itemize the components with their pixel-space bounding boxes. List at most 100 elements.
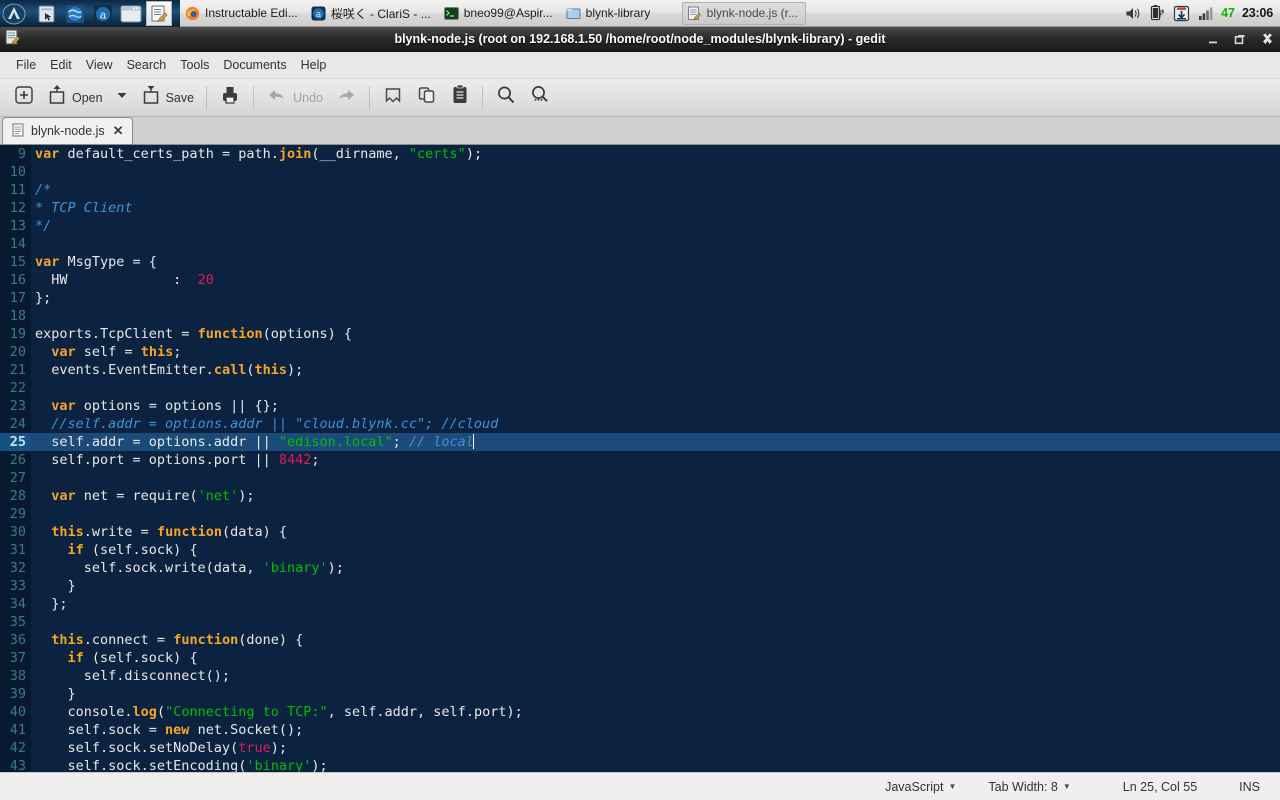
new-document-button[interactable] (7, 83, 41, 113)
open-dropdown-button[interactable] (109, 83, 135, 113)
insert-mode-indicator[interactable]: INS (1239, 780, 1260, 794)
editor-line[interactable]: 37 if (self.sock) { (0, 649, 1280, 667)
terminal-icon[interactable] (118, 1, 144, 26)
editor-line[interactable]: 28 var net = require('net'); (0, 487, 1280, 505)
editor-line[interactable]: 35 (0, 613, 1280, 631)
menu-documents[interactable]: Documents (216, 55, 293, 75)
line-content (31, 379, 35, 397)
editor-line[interactable]: 34 }; (0, 595, 1280, 613)
editor-line[interactable]: 40 console.log("Connecting to TCP:", sel… (0, 703, 1280, 721)
code-token: HW : (35, 272, 198, 288)
editor-line[interactable]: 32 self.sock.write(data, 'binary'); (0, 559, 1280, 577)
menu-view[interactable]: View (79, 55, 120, 75)
menu-tools[interactable]: Tools (173, 55, 216, 75)
taskbar-item-gedit-active[interactable]: blynk-node.js (r... (681, 1, 807, 25)
status-bar: JavaScript ▼ Tab Width: 8 ▼ Ln 25, Col 5… (0, 772, 1280, 800)
editor-line[interactable]: 20 var self = this; (0, 343, 1280, 361)
editor-line[interactable]: 30 this.write = function(data) { (0, 523, 1280, 541)
editor-line[interactable]: 31 if (self.sock) { (0, 541, 1280, 559)
editor-line[interactable]: 11/* (0, 181, 1280, 199)
minimize-button[interactable] (1206, 33, 1220, 47)
cut-button[interactable] (376, 83, 410, 113)
code-token: } (35, 578, 76, 594)
editor-line[interactable]: 33 } (0, 577, 1280, 595)
line-number: 34 (0, 595, 31, 613)
source-editor[interactable]: 9 var default_certs_path = path.join(__di… (0, 145, 1280, 772)
tab-width-selector[interactable]: Tab Width: 8 ▼ (988, 780, 1070, 794)
editor-line[interactable]: 22 (0, 379, 1280, 397)
code-token: self.port = options.port || (35, 452, 279, 468)
editor-line[interactable]: 16 HW : 20 (0, 271, 1280, 289)
copy-button[interactable] (410, 83, 444, 113)
web-browser-icon[interactable] (62, 1, 88, 26)
app-menu-icon[interactable] (1, 1, 27, 26)
network-signal-icon[interactable] (1197, 4, 1214, 23)
editor-line[interactable]: 41 self.sock = new net.Socket(); (0, 721, 1280, 739)
paste-clipboard-button[interactable] (444, 83, 476, 113)
line-number: 33 (0, 577, 31, 595)
folder-icon (566, 6, 581, 21)
open-button[interactable]: Open (41, 83, 109, 113)
print-button[interactable] (213, 83, 247, 113)
tab-close-icon[interactable]: ✕ (113, 123, 124, 139)
gedit-icon[interactable] (146, 1, 172, 26)
editor-line[interactable]: 42 self.sock.setNoDelay(true); (0, 739, 1280, 757)
editor-line[interactable]: 15 var MsgType = { (0, 253, 1280, 271)
battery-charging-icon[interactable] (1149, 4, 1166, 23)
editor-line[interactable]: 12 * TCP Client (0, 199, 1280, 217)
editor-line[interactable]: 9 var default_certs_path = path.join(__di… (0, 145, 1280, 163)
line-number: 10 (0, 163, 31, 181)
close-button[interactable] (1260, 33, 1274, 47)
code-token: ); (238, 488, 255, 504)
line-number: 38 (0, 667, 31, 685)
code-token: ); (311, 758, 328, 772)
editor-line[interactable]: 43 self.sock.setEncoding('binary'); (0, 757, 1280, 772)
find-replace-button[interactable] (523, 83, 557, 113)
undo-button[interactable]: Undo (260, 83, 329, 113)
editor-line[interactable]: 39 } (0, 685, 1280, 703)
editor-line[interactable]: 19 exports.TcpClient = function(options) … (0, 325, 1280, 343)
tray-clock[interactable]: 23:06 (1242, 6, 1273, 20)
taskbar-item-amarok[interactable]: a 桜咲く - ClariS - ... (307, 2, 438, 25)
volume-icon[interactable] (1125, 4, 1142, 23)
editor-line[interactable]: 24 //self.addr = options.addr || "cloud.… (0, 415, 1280, 433)
system-tray: 47 23:06 (1121, 0, 1280, 26)
editor-line[interactable]: 18 (0, 307, 1280, 325)
menu-edit[interactable]: Edit (43, 55, 79, 75)
chevron-down-icon: ▼ (1062, 782, 1071, 791)
editor-line[interactable]: 36 this.connect = function(done) { (0, 631, 1280, 649)
taskbar-item-blynk-library[interactable]: blynk-library (562, 2, 680, 25)
save-button[interactable]: Save (135, 83, 201, 113)
redo-button[interactable] (329, 83, 363, 113)
code-token: this (254, 362, 287, 378)
code-token: ( (156, 704, 166, 720)
find-button[interactable] (489, 83, 523, 113)
editor-line[interactable]: 23 var options = options || {}; (0, 397, 1280, 415)
editor-line[interactable]: 13 */ (0, 217, 1280, 235)
editor-line[interactable]: 14 (0, 235, 1280, 253)
editor-line[interactable]: 21 events.EventEmitter.call(this); (0, 361, 1280, 379)
code-token: var (51, 398, 76, 414)
maximize-button[interactable] (1233, 33, 1247, 47)
amarok-icon[interactable]: a (90, 1, 116, 26)
editor-line[interactable]: 10 (0, 163, 1280, 181)
file-manager-icon[interactable] (34, 1, 60, 26)
taskbar-item-terminal[interactable]: bneo99@Aspir... (440, 2, 560, 25)
code-token: "certs" (408, 146, 466, 162)
code-token: ; (173, 344, 182, 360)
menu-search[interactable]: Search (120, 55, 174, 75)
main-toolbar: Open Save Undo (0, 79, 1280, 117)
menu-file[interactable]: File (9, 55, 43, 75)
editor-line[interactable]: 38 self.disconnect(); (0, 667, 1280, 685)
software-update-icon[interactable] (1173, 4, 1190, 23)
editor-line[interactable]: 25 self.addr = options.addr || "edison.l… (0, 433, 1280, 451)
editor-line[interactable]: 17}; (0, 289, 1280, 307)
taskbar-item-firefox[interactable]: Instructable Edi... (181, 2, 305, 25)
menu-help[interactable]: Help (294, 55, 334, 75)
language-selector[interactable]: JavaScript ▼ (885, 780, 956, 794)
editor-line[interactable]: 27 (0, 469, 1280, 487)
editor-line[interactable]: 26 self.port = options.port || 8442; (0, 451, 1280, 469)
tab-blynk-node-js[interactable]: blynk-node.js ✕ (2, 117, 133, 144)
editor-line[interactable]: 29 (0, 505, 1280, 523)
